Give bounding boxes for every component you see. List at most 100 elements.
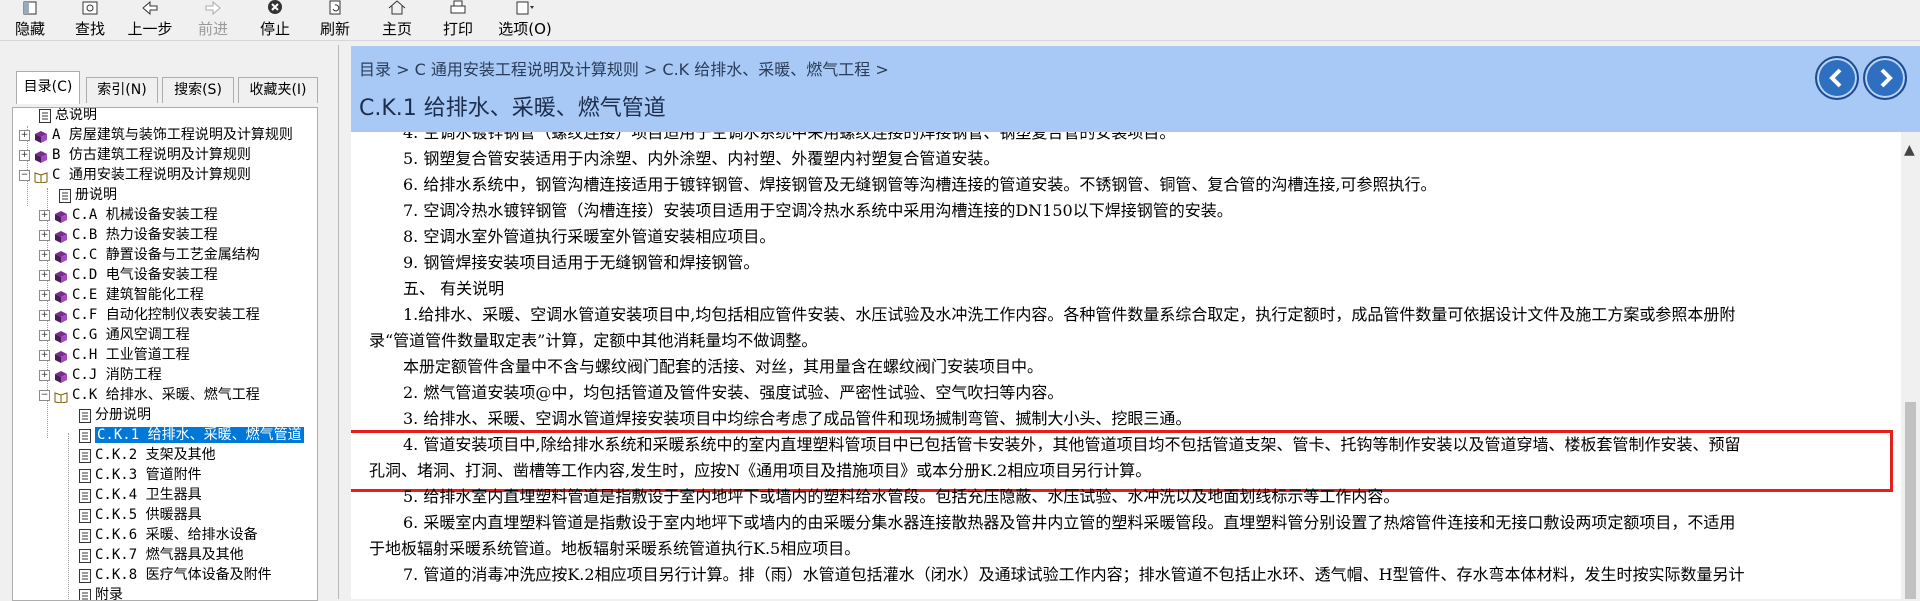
tree-item-ce[interactable]: +C.E 建筑智能化工程 xyxy=(39,286,204,305)
content-line: 8. 空调水室外管道执行采暖室外管道安装相应项目。 xyxy=(403,224,1901,250)
page-icon xyxy=(79,449,91,463)
refresh-button[interactable]: 刷新 xyxy=(310,0,360,40)
back-icon xyxy=(139,0,161,16)
print-icon xyxy=(447,0,469,16)
book-icon xyxy=(54,250,68,262)
print-button[interactable]: 打印 xyxy=(433,0,483,40)
page-icon xyxy=(59,189,71,203)
tab-favorites[interactable]: 收藏夹(I) xyxy=(238,77,318,103)
content-line: 本册定额管件含量中不含与螺纹阀门配套的活接、对丝，其用量含在螺纹阀门安装项目中。 xyxy=(403,354,1901,380)
expand-icon[interactable]: + xyxy=(39,230,50,241)
stop-button[interactable]: 停止 xyxy=(250,0,300,40)
book-icon xyxy=(54,290,68,302)
forward-button[interactable]: 前进 xyxy=(188,0,238,40)
back-button[interactable]: 上一步 xyxy=(125,0,175,40)
expand-icon[interactable]: + xyxy=(39,290,50,301)
tab-index[interactable]: 索引(N) xyxy=(86,77,158,103)
book-icon xyxy=(54,210,68,222)
content-line: 6. 采暖室内直埋塑料管道是指敷设于室内地坪下或墙内的由采暖分集水器连接散热器及… xyxy=(403,510,1901,536)
previous-topic-button[interactable] xyxy=(1815,56,1859,100)
tree-item-ck2[interactable]: C.K.2 支架及其他 xyxy=(79,446,216,465)
book-icon xyxy=(54,310,68,322)
tree-item-ck8[interactable]: C.K.8 医疗气体设备及附件 xyxy=(79,566,272,585)
tree-item-ck7[interactable]: C.K.7 燃气器具及其他 xyxy=(79,546,244,565)
page-icon xyxy=(79,549,91,563)
hide-button[interactable]: 隐藏 xyxy=(5,0,55,40)
home-icon xyxy=(386,0,408,16)
topic-content: 4. 空调水镀锌钢管（螺纹连接）项目适用于空调水系统中采用螺纹连接的焊接钢管、钢… xyxy=(351,132,1901,599)
tree-item-cg[interactable]: +C.G 通风空调工程 xyxy=(39,326,190,345)
tab-contents[interactable]: 目录(C) xyxy=(16,71,80,104)
expand-icon[interactable]: + xyxy=(39,350,50,361)
expand-icon[interactable]: + xyxy=(19,130,30,141)
book-icon xyxy=(54,330,68,342)
tree-item-ck1[interactable]: C.K.1 给排水、采暖、燃气管道 xyxy=(79,426,304,445)
content-scrollbar[interactable]: ▲ xyxy=(1901,132,1920,599)
page-icon xyxy=(79,569,91,583)
forward-icon xyxy=(202,0,224,16)
tree-guide-line xyxy=(68,433,69,601)
content-line: 5. 钢塑复合管安装适用于内涂塑、内外涂塑、内衬塑、外覆塑内衬塑复合管道安装。 xyxy=(403,146,1901,172)
tree-item-cb[interactable]: +C.B 热力设备安装工程 xyxy=(39,226,218,245)
content-line: 1.给排水、采暖、空调水管道安装项目中,均包括相应管件安装、水压试验及水冲洗工作… xyxy=(403,302,1901,328)
book-icon xyxy=(54,370,68,382)
collapse-icon[interactable]: − xyxy=(39,390,50,401)
options-button[interactable]: 选项(O) xyxy=(495,0,555,40)
expand-icon[interactable]: + xyxy=(39,250,50,261)
collapse-icon[interactable]: − xyxy=(19,170,30,181)
refresh-icon xyxy=(324,0,346,16)
tree-item-ck5[interactable]: C.K.5 供暖器具 xyxy=(79,506,202,525)
tree-item-general[interactable]: 总说明 xyxy=(39,107,97,125)
tree-item-cf[interactable]: +C.F 自动化控制仪表安装工程 xyxy=(39,306,260,325)
scroll-thumb[interactable] xyxy=(1905,402,1916,599)
content-line: 6. 给排水系统中，钢管沟槽连接适用于镀锌钢管、焊接钢管及无缝钢管等沟槽连接的管… xyxy=(403,172,1901,198)
options-icon xyxy=(514,0,536,16)
tab-search[interactable]: 搜索(S) xyxy=(162,77,234,103)
expand-icon[interactable]: + xyxy=(39,330,50,341)
expand-icon[interactable]: + xyxy=(39,310,50,321)
tree-item-b[interactable]: +B 仿古建筑工程说明及计算规则 xyxy=(19,146,251,165)
book-icon xyxy=(34,130,48,142)
home-button[interactable]: 主页 xyxy=(372,0,422,40)
tree-item-cc[interactable]: +C.C 静置设备与工艺金属结构 xyxy=(39,246,260,265)
tree-item-cj[interactable]: +C.J 消防工程 xyxy=(39,366,162,385)
breadcrumb[interactable]: 目录 > C 通用安装工程说明及计算规则 > C.K 给排水、采暖、燃气工程 > xyxy=(359,56,889,80)
expand-icon[interactable]: + xyxy=(39,210,50,221)
expand-icon[interactable]: + xyxy=(39,370,50,381)
find-button[interactable]: 查找 xyxy=(65,0,115,40)
open-book-icon xyxy=(54,390,68,402)
page-title: C.K.1 给排水、采暖、燃气管道 xyxy=(359,90,666,122)
open-book-icon xyxy=(34,170,48,182)
tree-item-volume-notes[interactable]: 册说明 xyxy=(59,186,117,205)
scroll-up-icon[interactable]: ▲ xyxy=(1904,142,1915,158)
topic-header: 目录 > C 通用安装工程说明及计算规则 > C.K 给排水、采暖、燃气工程 >… xyxy=(351,46,1920,132)
tree-item-ck6[interactable]: C.K.6 采暖、给排水设备 xyxy=(79,526,258,545)
tree-item-ck4[interactable]: C.K.4 卫生器具 xyxy=(79,486,202,505)
expand-icon[interactable]: + xyxy=(19,150,30,161)
content-line: 于地板辐射采暖系统管道。地板辐射采暖系统管道执行K.5相应项目。 xyxy=(369,536,1901,562)
tree-item-ck[interactable]: −C.K 给排水、采暖、燃气工程 xyxy=(39,386,260,405)
navigation-pane: 目录(C) 索引(N) 搜索(S) 收藏夹(I) 总说明 +A 房屋建筑与装饰工… xyxy=(0,45,339,599)
content-line: 7. 管道的消毒冲洗应按K.2相应项目另行计算。排（雨）水管道包括灌水（闭水）及… xyxy=(403,562,1901,588)
stop-icon xyxy=(264,0,286,16)
page-icon xyxy=(79,509,91,523)
book-icon xyxy=(54,350,68,362)
content-line: 4. 空调水镀锌钢管（螺纹连接）项目适用于空调水系统中采用螺纹连接的焊接钢管、钢… xyxy=(403,132,1901,146)
page-icon xyxy=(79,589,91,601)
tree-item-ca[interactable]: +C.A 机械设备安装工程 xyxy=(39,206,218,225)
book-icon xyxy=(34,150,48,162)
tree-item-cd[interactable]: +C.D 电气设备安装工程 xyxy=(39,266,218,285)
tree-item-ck-notes[interactable]: 分册说明 xyxy=(79,406,151,425)
content-line: 5. 给排水室内直埋塑料管道是指敷设于室内地坪下或墙内的塑料给水管段。包括充压隐… xyxy=(403,484,1901,510)
page-icon xyxy=(79,529,91,543)
content-line: 2. 燃气管道安装项@中，均包括管道及管件安装、强度试验、严密性试验、空气吹扫等… xyxy=(403,380,1901,406)
tree-item-ch[interactable]: +C.H 工业管道工程 xyxy=(39,346,190,365)
book-icon xyxy=(54,230,68,242)
contents-tree[interactable]: 总说明 +A 房屋建筑与装饰工程说明及计算规则 +B 仿古建筑工程说明及计算规则… xyxy=(12,107,318,601)
expand-icon[interactable]: + xyxy=(39,270,50,281)
tree-item-a[interactable]: +A 房屋建筑与装饰工程说明及计算规则 xyxy=(19,126,293,145)
toolbar: 隐藏 查找 上一步 前进 停止 刷新 主页 打印 选项(O) xyxy=(0,0,1920,41)
tree-item-ck3[interactable]: C.K.3 管道附件 xyxy=(79,466,202,485)
next-topic-button[interactable] xyxy=(1863,56,1907,100)
tree-item-c[interactable]: −C 通用安装工程说明及计算规则 xyxy=(19,166,251,185)
